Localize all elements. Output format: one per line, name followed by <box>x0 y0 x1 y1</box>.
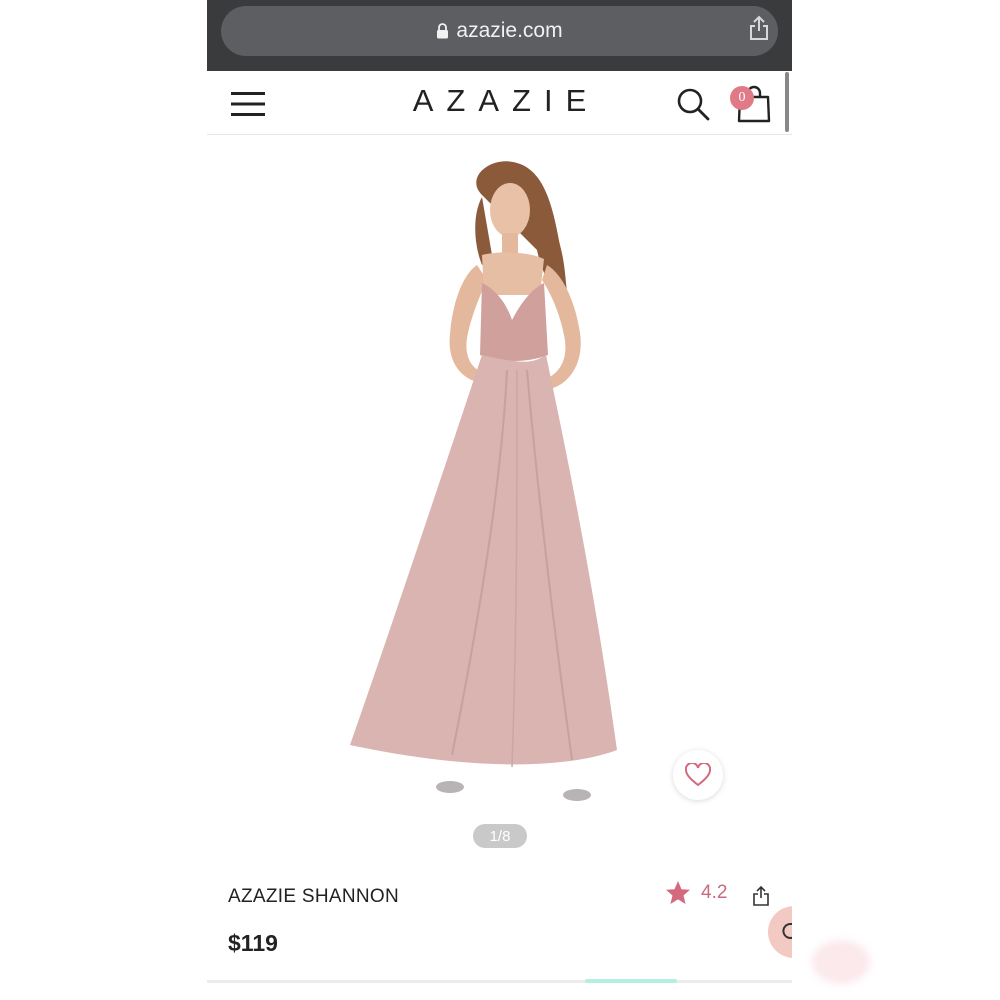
bottom-accent <box>585 979 677 983</box>
product-photo <box>350 161 617 801</box>
site-header: AZAZIE 0 <box>207 71 792 135</box>
product-rating[interactable]: 4.2 <box>665 880 727 906</box>
product-price: $119 <box>228 930 278 956</box>
share-icon[interactable] <box>752 886 770 906</box>
lock-icon <box>437 23 449 39</box>
divider <box>207 980 792 983</box>
star-icon <box>666 881 690 904</box>
rating-value: 4.2 <box>701 882 728 903</box>
gallery-pager: 1/8 <box>473 824 527 848</box>
product-name: AZAZIE SHANNON <box>228 886 399 907</box>
phone-screen: azazie.com AZAZIE 0 1/8 AZAZIE SHANNON 4… <box>207 0 792 1000</box>
share-icon[interactable] <box>748 15 770 41</box>
cart-count-badge: 0 <box>730 86 754 110</box>
chat-button[interactable] <box>768 906 792 958</box>
wishlist-button[interactable] <box>673 750 723 800</box>
address-bar[interactable]: azazie.com <box>221 6 778 56</box>
browser-toolbar: azazie.com <box>207 0 792 71</box>
scrollbar[interactable] <box>785 72 789 132</box>
heart-icon <box>685 763 711 787</box>
background-blur <box>812 940 870 984</box>
search-icon[interactable] <box>676 87 710 121</box>
product-gallery[interactable]: 1/8 <box>207 135 792 860</box>
chat-icon <box>782 923 792 939</box>
url-text: azazie.com <box>456 19 563 42</box>
